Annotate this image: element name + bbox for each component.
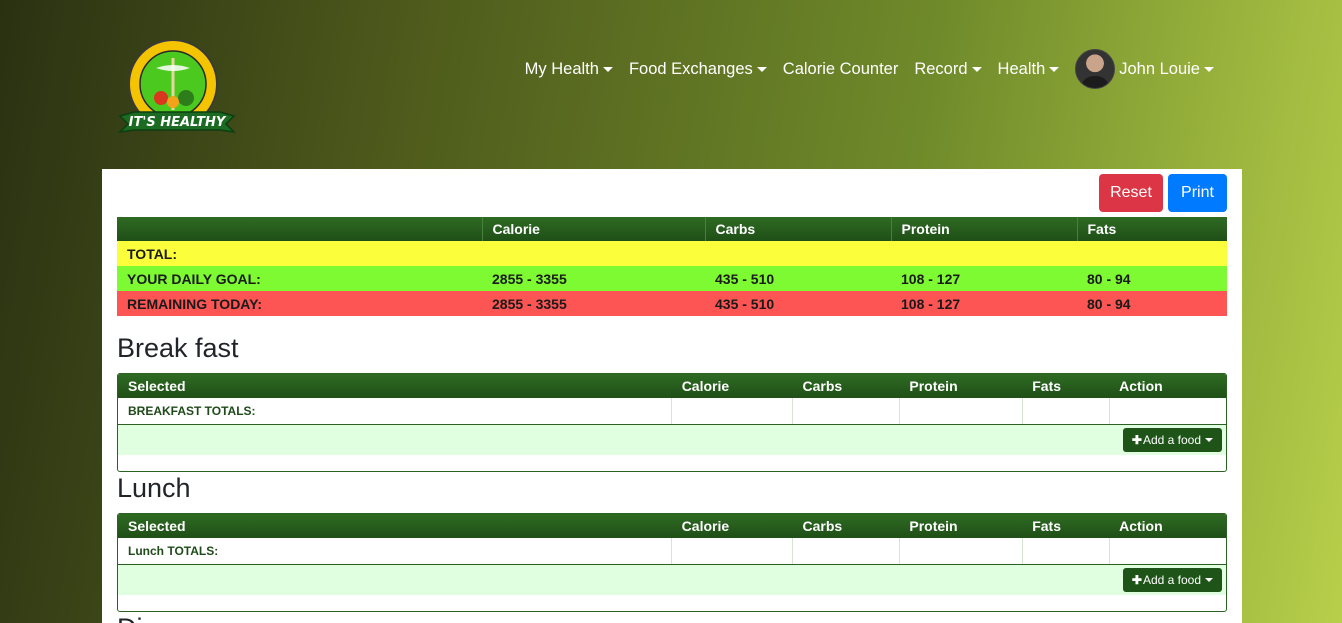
add-food-button-breakfast[interactable]: ✚ Add a food (1122, 427, 1222, 452)
summary-header-row: Calorie Carbs Protein Fats (117, 217, 1227, 241)
chevron-down-icon (1205, 437, 1213, 442)
nav-calorie-counter[interactable]: Calorie Counter (775, 60, 907, 79)
breakfast-totals-protein (899, 398, 1023, 425)
brand-logo[interactable]: IT'S HEALTHY (116, 39, 238, 140)
chevron-down-icon (602, 66, 613, 72)
lunch-totals-action (1109, 538, 1226, 565)
breakfast-totals-carbs (792, 398, 900, 425)
summary-header-label (117, 217, 482, 241)
main-navbar: My Health Food Exchanges Calorie Counter… (517, 48, 1222, 90)
nav-record-label: Record (914, 59, 968, 78)
chevron-down-icon (1049, 66, 1060, 72)
breakfast-totals-label: BREAKFAST TOTALS: (118, 398, 673, 425)
header-selected: Selected (118, 374, 672, 398)
summary-header-carbs: Carbs (704, 217, 891, 241)
plus-icon: ✚ (1131, 572, 1142, 587)
reset-button[interactable]: Reset (1099, 174, 1163, 212)
remaining-protein: 108 - 127 (891, 291, 1077, 316)
breakfast-totals-action (1109, 398, 1226, 425)
header-fats: Fats (1022, 514, 1110, 538)
total-fats (1077, 241, 1227, 266)
remaining-carbs: 435 - 510 (705, 291, 891, 316)
breakfast-totals-fats (1022, 398, 1110, 425)
header-carbs: Carbs (792, 514, 900, 538)
lunch-section: Selected Calorie Carbs Protein Fats Acti… (117, 513, 1227, 612)
breakfast-totals-calorie (671, 398, 794, 425)
goal-fats: 80 - 94 (1077, 266, 1227, 291)
lunch-header-row: Selected Calorie Carbs Protein Fats Acti… (118, 514, 1226, 538)
print-button[interactable]: Print (1168, 174, 1227, 212)
lunch-totals-row: Lunch TOTALS: (118, 538, 1226, 565)
lunch-heading: Lunch (117, 473, 191, 503)
total-protein (891, 241, 1077, 266)
nav-food-exchanges[interactable]: Food Exchanges (621, 60, 775, 79)
dinner-heading: Di (117, 613, 143, 623)
breakfast-section: Selected Calorie Carbs Protein Fats Acti… (117, 373, 1227, 472)
chevron-down-icon (756, 66, 767, 72)
chevron-down-icon (1204, 66, 1214, 72)
total-row: TOTAL: (117, 241, 1227, 266)
add-food-button-lunch[interactable]: ✚ Add a food (1122, 567, 1222, 592)
daily-summary-table: Calorie Carbs Protein Fats TOTAL: YOUR D… (117, 217, 1227, 316)
lunch-totals-calorie (671, 538, 794, 565)
nav-calorie-counter-label: Calorie Counter (782, 59, 899, 78)
breakfast-header-row: Selected Calorie Carbs Protein Fats Acti… (118, 374, 1226, 398)
nav-health[interactable]: Health (990, 60, 1068, 79)
breakfast-footer: ✚ Add a food (118, 424, 1226, 455)
add-food-label: Add a food (1142, 572, 1201, 587)
summary-header-calorie: Calorie (481, 217, 705, 241)
nav-record[interactable]: Record (906, 60, 989, 79)
calorie-counter-panel: Reset Print Calorie Carbs Protein Fats T… (102, 169, 1242, 623)
lunch-footer: ✚ Add a food (118, 564, 1226, 595)
header-selected: Selected (118, 514, 672, 538)
lunch-totals-carbs (792, 538, 900, 565)
total-label: TOTAL: (117, 241, 482, 266)
header-fats: Fats (1022, 374, 1110, 398)
goal-calorie: 2855 - 3355 (482, 266, 705, 291)
summary-header-protein: Protein (890, 217, 1077, 241)
remaining-calorie: 2855 - 3355 (482, 291, 705, 316)
total-carbs (705, 241, 891, 266)
lunch-table: Selected Calorie Carbs Protein Fats Acti… (118, 514, 1226, 565)
remaining-row: REMAINING TODAY: 2855 - 3355 435 - 510 1… (117, 291, 1227, 316)
avatar (1075, 49, 1116, 89)
user-name: John Louie (1119, 59, 1200, 78)
lunch-totals-fats (1022, 538, 1110, 565)
nav-my-health[interactable]: My Health (517, 60, 621, 79)
header-calorie: Calorie (671, 374, 793, 398)
nav-my-health-label: My Health (524, 59, 599, 78)
remaining-fats: 80 - 94 (1077, 291, 1227, 316)
lunch-totals-label: Lunch TOTALS: (118, 538, 673, 565)
summary-header-fats: Fats (1076, 217, 1227, 241)
nav-health-label: Health (997, 59, 1046, 78)
lunch-totals-protein (899, 538, 1023, 565)
daily-goal-row: YOUR DAILY GOAL: 2855 - 3355 435 - 510 1… (117, 266, 1227, 291)
plus-icon: ✚ (1131, 432, 1142, 447)
logo-text: IT'S HEALTHY (129, 115, 227, 130)
chevron-down-icon (1205, 577, 1213, 582)
header-calorie: Calorie (671, 514, 793, 538)
add-food-label: Add a food (1142, 432, 1201, 447)
goal-protein: 108 - 127 (891, 266, 1077, 291)
user-menu[interactable]: John Louie (1067, 49, 1222, 89)
goal-carbs: 435 - 510 (705, 266, 891, 291)
remaining-label: REMAINING TODAY: (117, 291, 482, 316)
breakfast-totals-row: BREAKFAST TOTALS: (118, 398, 1226, 425)
nav-food-exchanges-label: Food Exchanges (628, 59, 753, 78)
total-calorie (482, 241, 705, 266)
breakfast-table: Selected Calorie Carbs Protein Fats Acti… (118, 374, 1226, 425)
chevron-down-icon (971, 66, 982, 72)
header-protein: Protein (899, 514, 1023, 538)
header-action: Action (1109, 374, 1226, 398)
goal-label: YOUR DAILY GOAL: (117, 266, 482, 291)
breakfast-heading: Break fast (117, 333, 239, 363)
header-carbs: Carbs (792, 374, 900, 398)
header-action: Action (1109, 514, 1226, 538)
header-protein: Protein (899, 374, 1023, 398)
